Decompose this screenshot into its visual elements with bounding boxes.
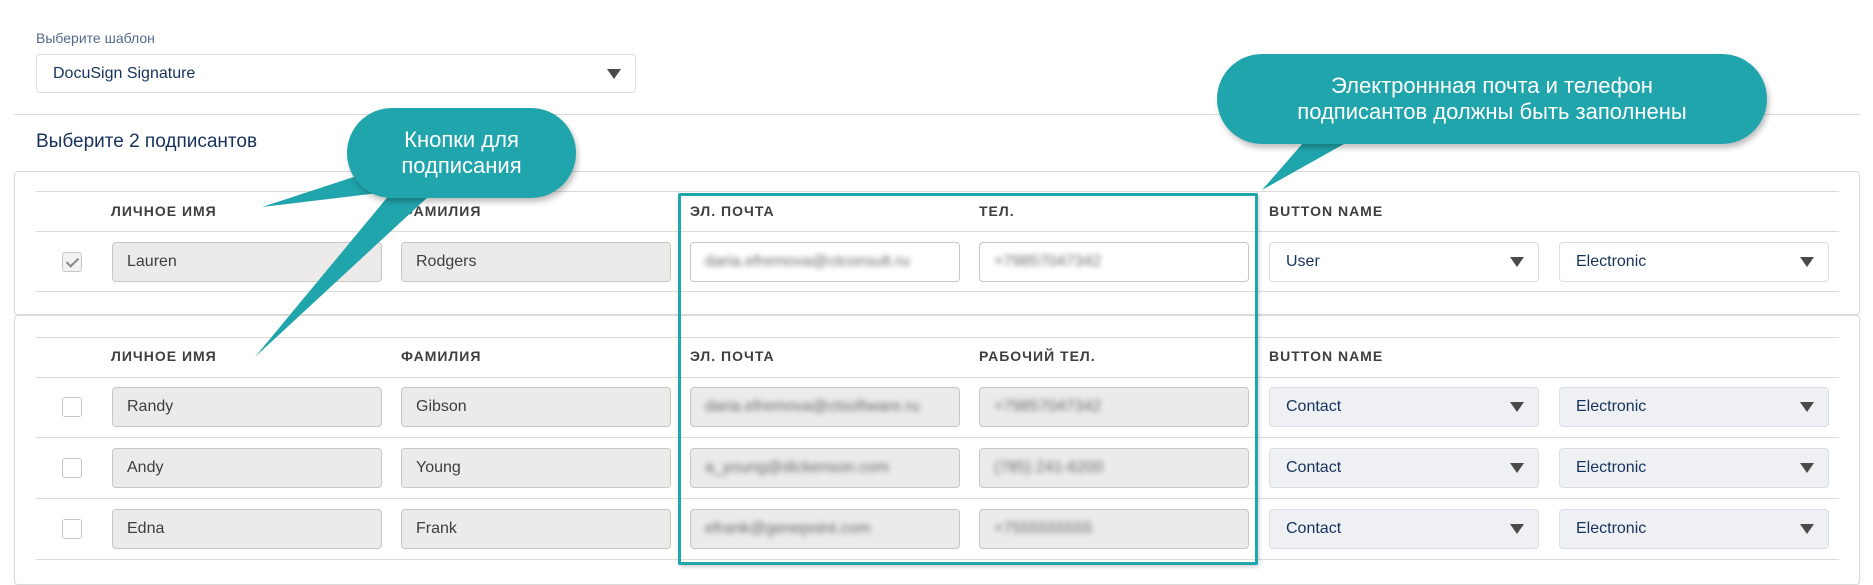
- callout-buttons-text: Кнопки для подписания: [401, 127, 522, 178]
- callout-contacts: Электроннная почта и телефон подписантов…: [1217, 54, 1767, 144]
- callout-contacts-text: Электроннная почта и телефон подписантов…: [1297, 73, 1687, 124]
- callout-buttons-pointer-lower: [255, 188, 430, 357]
- callout-buttons: Кнопки для подписания: [347, 108, 576, 198]
